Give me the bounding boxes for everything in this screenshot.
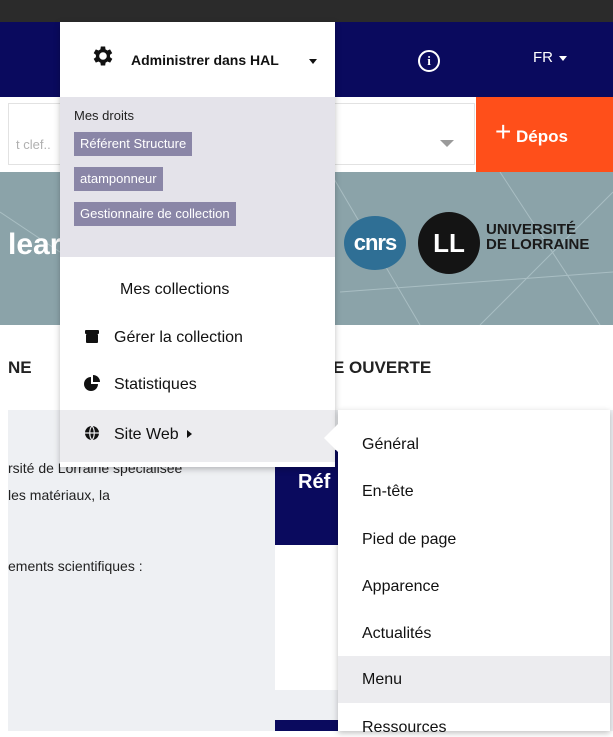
caret-down-icon	[559, 55, 567, 61]
submenu-item-general[interactable]: Général	[362, 436, 419, 454]
submenu-pointer	[324, 424, 338, 452]
deposit-button[interactable]: + Dépos	[476, 97, 613, 172]
archive-box-icon	[85, 330, 99, 343]
language-label: FR	[533, 49, 553, 66]
wordmark-line-1: UNIVERSITÉ	[486, 221, 577, 238]
my-rights-title: Mes droits	[74, 108, 134, 123]
role-badge: atamponneur	[74, 167, 163, 191]
menu-item-label: Statistiques	[114, 376, 197, 393]
menu-item-label: Site Web	[114, 426, 179, 443]
top-strip	[0, 0, 613, 22]
submenu-item-resources[interactable]: Ressources	[362, 719, 446, 737]
submenu-item-menu[interactable]: Menu	[362, 671, 402, 689]
menu-item-label: Gérer la collection	[114, 329, 243, 346]
universite-lorraine-wordmark: UNIVERSITÉ DE LORRAINE	[486, 222, 589, 252]
info-card-header	[275, 720, 339, 731]
info-card-title: Réf	[298, 471, 331, 493]
menu-item-my-collections[interactable]: Mes collections	[120, 281, 229, 299]
caret-right-icon	[186, 430, 192, 438]
caret-down-icon	[309, 59, 317, 64]
menu-item-manage-collection[interactable]: Gérer la collection	[84, 328, 243, 347]
cnrs-logo: cnrs	[344, 216, 406, 270]
menu-item-website[interactable]: Site Web	[84, 425, 192, 444]
role-badge: Gestionnaire de collection	[74, 202, 236, 226]
nav-item-left[interactable]: NE	[8, 358, 32, 378]
info-icon[interactable]: i	[418, 50, 440, 72]
submenu-item-appearance[interactable]: Apparence	[362, 578, 439, 596]
pie-chart-icon	[84, 375, 100, 391]
search-dropdown-caret-icon[interactable]	[440, 140, 454, 147]
search-placeholder: t clef..	[16, 137, 51, 152]
wordmark-line-2: DE LORRAINE	[486, 236, 590, 253]
menu-item-statistics[interactable]: Statistiques	[84, 375, 197, 394]
globe-icon	[85, 425, 99, 441]
gear-icon	[93, 46, 113, 66]
admin-menu-label: Administrer dans HAL	[131, 52, 279, 68]
banner-title: lear	[8, 228, 62, 261]
submenu-item-header[interactable]: En-tête	[362, 483, 414, 501]
submenu-item-news[interactable]: Actualités	[362, 625, 431, 643]
deposit-label: Dépos	[516, 127, 568, 146]
intro-text-line: les matériaux, la	[8, 487, 110, 503]
language-selector[interactable]: FR	[533, 49, 567, 66]
intro-text-line: ements scientifiques :	[8, 558, 143, 574]
submenu-item-footer[interactable]: Pied de page	[362, 531, 456, 549]
plus-icon: +	[495, 116, 512, 147]
universite-lorraine-logo: LL	[418, 212, 480, 274]
nav-item-open-access[interactable]: E OUVERTE	[333, 358, 431, 378]
role-badge: Référent Structure	[74, 132, 193, 156]
